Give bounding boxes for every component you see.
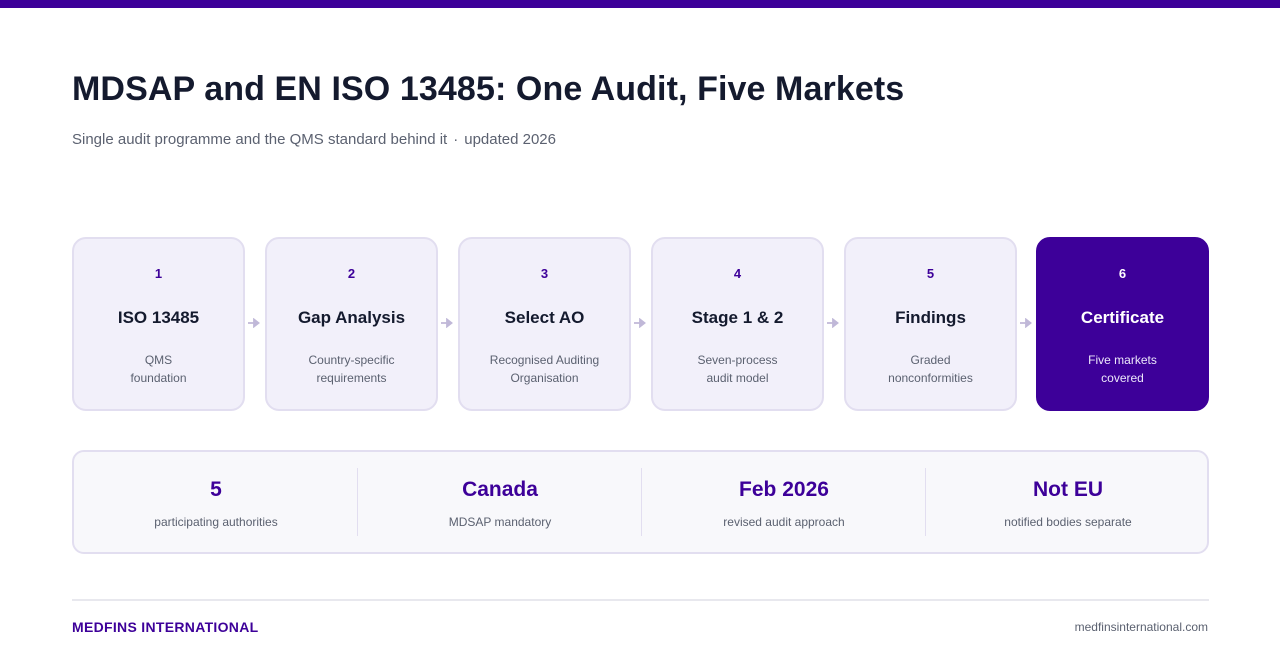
brand-name: MEDFINS INTERNATIONAL xyxy=(72,619,259,635)
step-number: 6 xyxy=(1118,266,1127,281)
arrow-right-icon xyxy=(634,318,646,328)
step-description-line: foundation xyxy=(130,371,187,385)
step-description-line: QMS xyxy=(144,353,173,367)
step-description: Recognised Auditing Organisation xyxy=(470,351,619,387)
step-description-line: covered xyxy=(1101,371,1144,385)
page-title: MDSAP and EN ISO 13485: One Audit, Five … xyxy=(72,70,905,108)
step-title: Stage 1 & 2 xyxy=(691,308,784,327)
step-number: 3 xyxy=(540,266,549,281)
step-card-certificate: 6 Certificate Five markets covered xyxy=(1036,237,1209,411)
step-card-select-ao: 3 Select AO Recognised Auditing Organisa… xyxy=(458,237,631,411)
step-number: 4 xyxy=(733,266,742,281)
stat-authorities: 5 participating authorities xyxy=(74,452,358,552)
stat-label: MDSAP mandatory xyxy=(448,515,552,529)
step-title: ISO 13485 xyxy=(117,308,200,327)
stat-label: notified bodies separate xyxy=(1004,515,1132,529)
step-description: Five markets covered xyxy=(1048,351,1197,387)
step-title: Certificate xyxy=(1080,308,1165,327)
page-subtitle: Single audit programme and the QMS stand… xyxy=(72,131,556,148)
stats-panel: 5 participating authorities Canada MDSAP… xyxy=(72,450,1209,554)
step-number: 1 xyxy=(154,266,163,281)
stat-not-eu: Not EU notified bodies separate xyxy=(926,452,1210,552)
step-description-line: Organisation xyxy=(510,371,579,385)
step-description: Seven-process audit model xyxy=(663,351,812,387)
step-description-line: Recognised Auditing xyxy=(489,353,600,367)
step-card-iso-13485: 1 ISO 13485 QMS foundation xyxy=(72,237,245,411)
updated-text: updated 2026 xyxy=(464,131,556,148)
step-description: Country-specific requirements xyxy=(277,351,426,387)
step-description-line: requirements xyxy=(316,371,387,385)
top-accent-bar xyxy=(0,0,1280,8)
stat-value: Feb 2026 xyxy=(739,478,829,501)
step-description: Graded nonconformities xyxy=(856,351,1005,387)
step-description-line: nonconformities xyxy=(888,371,973,385)
step-title: Gap Analysis xyxy=(297,308,406,327)
stat-label: revised audit approach xyxy=(723,515,845,529)
arrow-right-icon xyxy=(1020,318,1032,328)
step-description-line: audit model xyxy=(706,371,769,385)
step-description-line: Graded xyxy=(910,353,951,367)
step-number: 2 xyxy=(347,266,356,281)
subtitle-text: Single audit programme and the QMS stand… xyxy=(72,131,448,148)
stat-value: Not EU xyxy=(1033,478,1103,501)
website-url: medfinsinternational.com xyxy=(1074,620,1208,634)
footer-divider xyxy=(72,599,1209,601)
step-description: QMS foundation xyxy=(84,351,233,387)
arrow-right-icon xyxy=(827,318,839,328)
step-number: 5 xyxy=(926,266,935,281)
step-description-line: Seven-process xyxy=(697,353,778,367)
step-card-stage-1-2: 4 Stage 1 & 2 Seven-process audit model xyxy=(651,237,824,411)
subtitle-separator: · xyxy=(453,131,459,148)
stat-label: participating authorities xyxy=(154,515,278,529)
arrow-right-icon xyxy=(248,318,260,328)
arrow-right-icon xyxy=(441,318,453,328)
stat-canada: Canada MDSAP mandatory xyxy=(358,452,642,552)
step-description-line: Five markets xyxy=(1088,353,1157,367)
step-card-findings: 5 Findings Graded nonconformities xyxy=(844,237,1017,411)
process-steps: 1 ISO 13485 QMS foundation 2 Gap Analysi… xyxy=(72,237,1209,411)
stat-feb-2026: Feb 2026 revised audit approach xyxy=(642,452,926,552)
step-description-line: Country-specific xyxy=(308,353,395,367)
step-title: Findings xyxy=(895,308,966,327)
stat-value: 5 xyxy=(210,478,222,501)
step-card-gap-analysis: 2 Gap Analysis Country-specific requirem… xyxy=(265,237,438,411)
stat-value: Canada xyxy=(462,478,538,501)
step-title: Select AO xyxy=(504,308,585,327)
